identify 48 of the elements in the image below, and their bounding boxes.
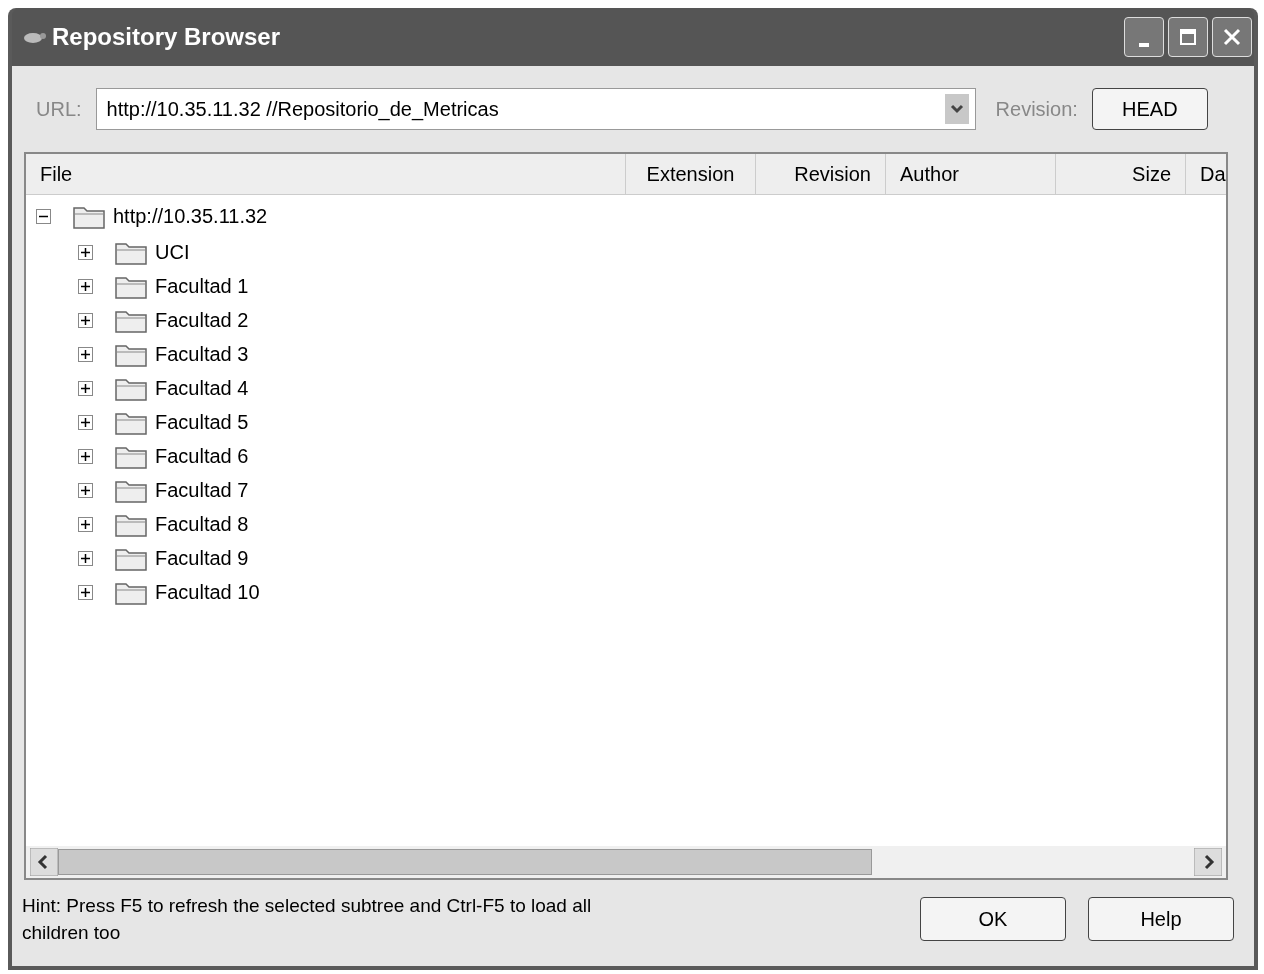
revision-label: Revision: bbox=[995, 97, 1078, 121]
expand-icon[interactable] bbox=[78, 380, 93, 396]
expand-icon[interactable] bbox=[78, 312, 93, 328]
url-label: URL: bbox=[36, 97, 82, 121]
close-button[interactable] bbox=[1212, 17, 1252, 57]
horizontal-scrollbar[interactable] bbox=[26, 846, 1226, 878]
expand-icon[interactable] bbox=[78, 278, 93, 294]
expand-icon[interactable] bbox=[78, 550, 93, 566]
column-header[interactable]: File bbox=[26, 154, 626, 194]
maximize-button[interactable] bbox=[1168, 17, 1208, 57]
url-combobox[interactable]: http://10.35.11.32 //Repositorio_de_Metricas bbox=[95, 88, 976, 130]
expand-icon[interactable] bbox=[78, 516, 93, 532]
hint-text: Hint: Press F5 to refresh the selected subtree and Ctrl-F5 to load all children too bbox=[22, 894, 593, 945]
tree-item[interactable]: Facultad 7 bbox=[155, 478, 249, 502]
expand-icon[interactable] bbox=[78, 244, 93, 260]
ok-button[interactable]: OK bbox=[920, 897, 1066, 941]
tree-item[interactable]: Facultad 3 bbox=[155, 342, 249, 366]
tree-item[interactable]: Facultad 2 bbox=[155, 308, 249, 332]
tree-item[interactable]: Facultad 5 bbox=[155, 410, 249, 434]
scroll-left-icon[interactable] bbox=[30, 848, 58, 876]
column-header[interactable]: Author bbox=[886, 154, 1056, 194]
expand-icon[interactable] bbox=[78, 346, 93, 362]
column-header[interactable]: Extension bbox=[626, 154, 756, 194]
expand-icon[interactable] bbox=[78, 584, 93, 600]
maximize-icon bbox=[1178, 27, 1198, 47]
tree-item[interactable]: Facultad 4 bbox=[155, 376, 249, 400]
head-button[interactable]: HEAD bbox=[1091, 88, 1208, 130]
expand-icon[interactable] bbox=[78, 482, 93, 498]
collapse-icon[interactable] bbox=[36, 208, 51, 224]
tree-item[interactable]: Facultad 6 bbox=[155, 444, 249, 468]
close-icon bbox=[1222, 27, 1242, 47]
tree-item[interactable]: Facultad 10 bbox=[155, 580, 260, 604]
tree-item[interactable]: Facultad 9 bbox=[155, 546, 249, 570]
expand-icon[interactable] bbox=[78, 414, 93, 430]
column-header[interactable]: Revision bbox=[756, 154, 886, 194]
tree-item[interactable]: UCI bbox=[155, 240, 190, 264]
tree-item[interactable]: Facultad 1 bbox=[155, 274, 249, 298]
expand-icon[interactable] bbox=[78, 448, 93, 464]
help-button[interactable]: Help bbox=[1088, 897, 1234, 941]
scroll-right-icon[interactable] bbox=[1194, 848, 1222, 876]
tree-item[interactable]: http://10.35.11.32 bbox=[113, 204, 268, 228]
minimize-button[interactable] bbox=[1124, 17, 1164, 57]
tree-item[interactable]: Facultad 8 bbox=[155, 512, 249, 536]
window-title: Repository Browser bbox=[52, 23, 281, 51]
column-header[interactable]: Da bbox=[1186, 154, 1226, 194]
minimize-icon bbox=[1139, 43, 1149, 47]
scrollbar-thumb[interactable] bbox=[58, 849, 872, 875]
column-header[interactable]: Size bbox=[1056, 154, 1186, 194]
